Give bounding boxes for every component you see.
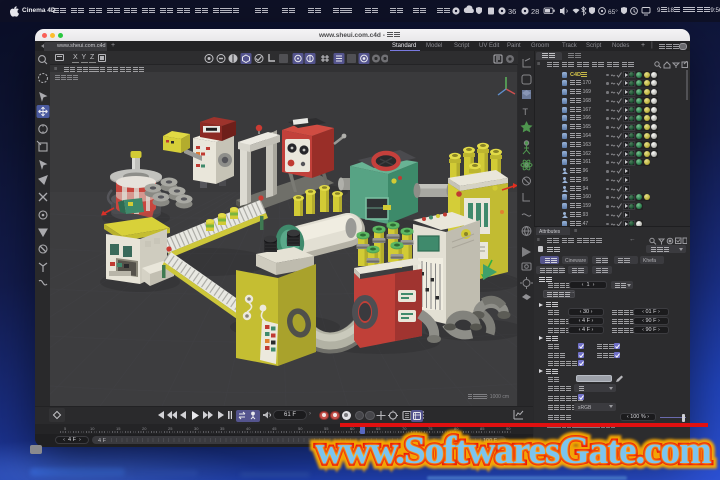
svg-text:36: 36: [508, 7, 516, 16]
svg-text:T: T: [523, 107, 529, 117]
svg-text:65°: 65°: [608, 8, 618, 16]
svg-text:28: 28: [531, 7, 539, 16]
